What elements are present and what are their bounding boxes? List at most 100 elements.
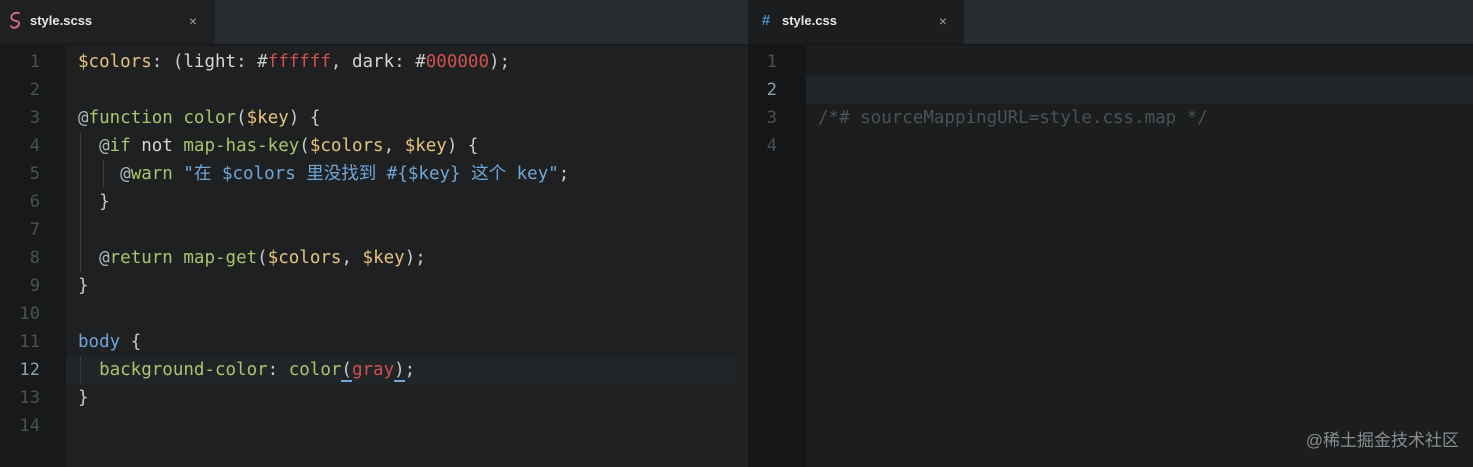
app-window: style.scss × 1 2 3 4 5 6 7 8 9 10 11 12 13 14 $colors…: [0, 0, 1473, 467]
code-token: }: [78, 388, 89, 408]
code-token: color: [288, 360, 342, 380]
code-token: (: [341, 360, 352, 382]
code-editor-scss[interactable]: $colors: (light: #ffffff, dark: #000000)…: [66, 44, 748, 467]
code-token: map-get: [183, 248, 258, 268]
code-token: #: [415, 52, 426, 72]
code-token: @: [99, 136, 110, 156]
tab-style-scss[interactable]: style.scss ×: [0, 0, 215, 44]
line-number: 2: [29, 80, 40, 100]
code-token: $key: [362, 248, 405, 268]
code-line: body {: [78, 328, 141, 356]
code-token: :: [267, 360, 289, 380]
code-line: $colors: (light: #ffffff, dark: #000000)…: [78, 48, 510, 76]
code-token: @: [99, 248, 110, 268]
line-number: 1: [766, 52, 777, 72]
code-token: {: [120, 332, 142, 352]
code-token: warn: [130, 164, 173, 184]
code-token: dark: [351, 52, 395, 72]
line-number: 14: [19, 416, 40, 436]
code-token: (: [257, 248, 268, 268]
code-token: background-color: [99, 360, 268, 380]
code-token: }: [99, 192, 110, 212]
editor-pane-css: # style.css × 1 2 3 4 /*# sourceMappingURL=…: [748, 0, 1473, 467]
code-line: }: [78, 188, 110, 216]
active-line-highlight: [806, 76, 1473, 104]
line-number: 3: [766, 108, 777, 128]
code-token: : (: [151, 52, 184, 72]
tab-title: style.scss: [30, 13, 93, 28]
code-token: :: [394, 52, 416, 72]
line-number: 7: [29, 220, 40, 240]
code-token: 000000: [425, 52, 489, 72]
code-token: ) {: [288, 108, 321, 128]
code-token: color: [183, 108, 237, 128]
code-token: ;: [558, 164, 570, 184]
code-token: return: [109, 248, 173, 268]
code-token: "在 $colors 里没找到 #{$key} 这个 key": [183, 164, 559, 184]
code-line: @return map-get($colors, $key);: [78, 244, 426, 272]
line-number: 8: [29, 248, 40, 268]
line-number: 12: [19, 360, 40, 380]
code-line: /*# sourceMappingURL=style.css.map */: [818, 104, 1208, 132]
code-token: if: [109, 136, 131, 156]
line-number: 4: [766, 136, 777, 156]
code-line: background-color: color(gray);: [78, 356, 415, 384]
code-token: map-has-key: [183, 136, 300, 156]
tab-bar-right: # style.css ×: [748, 0, 1473, 45]
code-token: $colors: [267, 248, 342, 268]
code-line: @warn "在 $colors 里没找到 #{$key} 这个 key";: [78, 160, 569, 188]
close-icon[interactable]: ×: [185, 12, 201, 30]
code-token: );: [404, 248, 426, 268]
watermark: @稀土掘金技术社区: [1305, 431, 1459, 450]
code-editor-css[interactable]: /*# sourceMappingURL=style.css.map */: [806, 44, 1473, 467]
code-token: $colors: [78, 52, 152, 72]
line-number-gutter: 1 2 3 4: [748, 44, 806, 467]
code-token: }: [78, 276, 89, 296]
line-number: 10: [19, 304, 40, 324]
code-token: not: [130, 136, 184, 156]
tab-bar-left: style.scss ×: [0, 0, 748, 45]
code-token: $key: [404, 136, 447, 156]
code-token: ,: [341, 248, 363, 268]
code-token: ): [394, 360, 405, 382]
code-token: @: [120, 164, 131, 184]
code-token: :: [236, 52, 258, 72]
line-number: 9: [29, 276, 40, 296]
code-token: #: [257, 52, 268, 72]
code-line: }: [78, 272, 89, 300]
line-number: 6: [29, 192, 40, 212]
line-number: 11: [19, 332, 40, 352]
code-token: light: [183, 52, 237, 72]
code-token: @: [78, 108, 89, 128]
close-icon[interactable]: ×: [935, 12, 951, 30]
code-token: $key: [246, 108, 289, 128]
editor-pane-scss: style.scss × 1 2 3 4 5 6 7 8 9 10 11 12 13 14 $colors…: [0, 0, 748, 467]
line-number-gutter: 1 2 3 4 5 6 7 8 9 10 11 12 13 14: [0, 44, 66, 467]
code-token: );: [488, 52, 511, 72]
code-token: ,: [383, 136, 405, 156]
code-token: $colors: [309, 136, 384, 156]
tab-title: style.css: [782, 13, 837, 28]
code-token: ffffff: [267, 52, 331, 72]
code-token: function: [88, 108, 173, 128]
sass-icon: [8, 11, 24, 31]
tab-style-css[interactable]: # style.css ×: [748, 0, 964, 44]
hash-icon: #: [761, 12, 771, 29]
code-token: gray: [351, 360, 395, 380]
code-token: /*# sourceMappingURL=style.css.map */: [818, 108, 1208, 128]
code-token: body: [78, 332, 121, 352]
code-token: ) {: [446, 136, 479, 156]
line-number: 5: [29, 164, 40, 184]
line-number: 2: [766, 80, 777, 100]
line-number: 3: [29, 108, 40, 128]
code-token: ;: [404, 360, 416, 380]
line-number: 4: [29, 136, 40, 156]
